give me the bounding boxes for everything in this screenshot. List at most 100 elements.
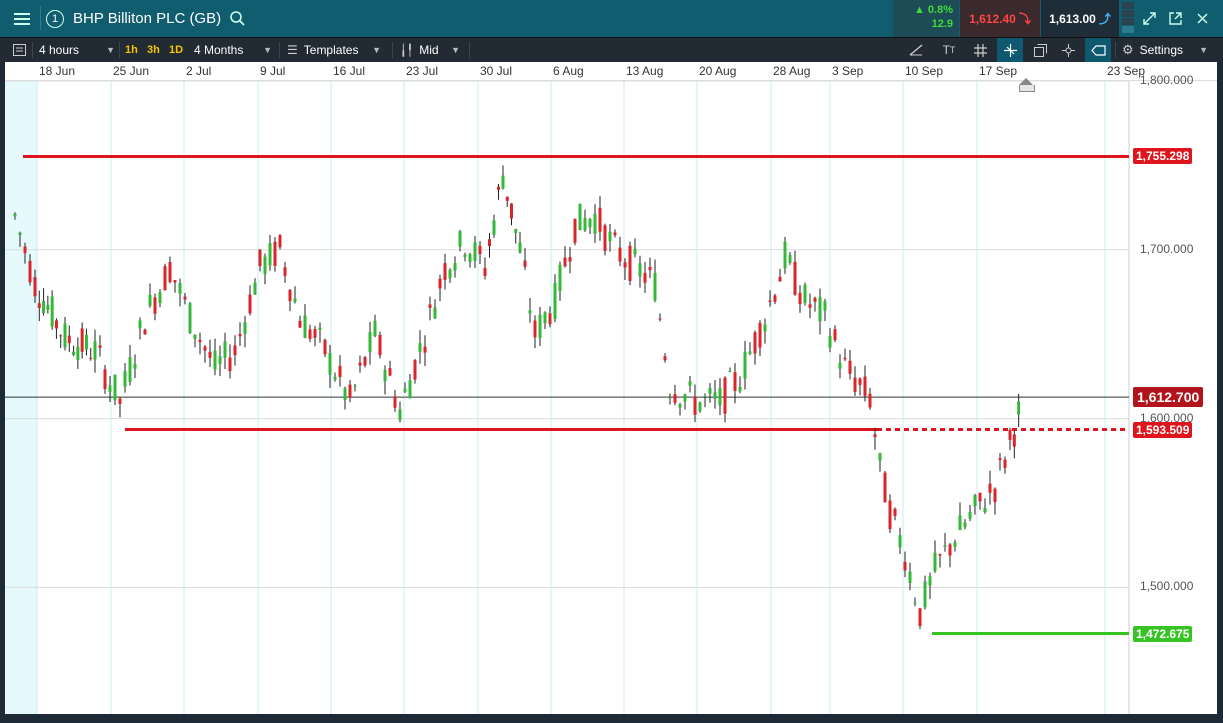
price-chart[interactable]: 18 Jun 25 Jun 2 Jul 9 Jul 16 Jul 23 Jul 30 Jul… [5, 62, 1217, 714]
crosshair-tool-icon[interactable] [997, 38, 1023, 62]
templates-label: Templates [303, 43, 359, 57]
candle [138, 317, 142, 340]
candle [428, 296, 432, 321]
chevron-down-icon: ▼ [106, 45, 115, 55]
candle [178, 278, 182, 307]
candle [50, 290, 54, 330]
candle-body [958, 515, 962, 530]
chart-canvas[interactable] [5, 62, 1217, 714]
candle-body [918, 608, 922, 626]
candle-body [198, 339, 202, 343]
candle-body [708, 387, 712, 394]
text-tool-icon[interactable]: TT [938, 38, 960, 62]
tag-tool-icon[interactable] [1085, 38, 1111, 62]
candle [948, 543, 952, 568]
candle [763, 318, 767, 344]
buy-button[interactable]: 1,613.00 ⤴ [1041, 0, 1119, 37]
candle-body [458, 231, 462, 247]
candle [953, 539, 957, 552]
buy-price: 1,613.00 [1049, 11, 1096, 26]
candle [54, 318, 58, 339]
candle [813, 296, 817, 312]
time-tick-label: 10 Sep [905, 64, 944, 78]
search-icon[interactable] [227, 0, 247, 37]
time-tick-label: 28 Aug [773, 64, 811, 78]
candle [505, 196, 509, 207]
candle-body [673, 394, 677, 403]
candle-body [188, 303, 192, 334]
copy-icon[interactable] [1030, 38, 1050, 62]
candle [288, 289, 292, 312]
candle [72, 345, 76, 357]
quick-interval-3h[interactable]: 3h [147, 38, 160, 62]
candle-body [743, 351, 747, 379]
candle [698, 401, 702, 413]
candle-body [618, 247, 622, 262]
candle [318, 322, 322, 343]
chart-toolbar: 4 hours ▼ 1h 3h 1D 4 Months ▼ ☰ Template… [0, 37, 1223, 62]
settings-dropdown[interactable]: ⚙ Settings ▼ [1122, 38, 1212, 62]
candle [59, 334, 63, 348]
templates-dropdown[interactable]: ☰ Templates ▼ [287, 38, 383, 62]
chart-list-icon[interactable] [10, 38, 28, 62]
candle-body [518, 242, 522, 253]
candle [688, 376, 692, 393]
candle [383, 365, 387, 395]
candle [773, 293, 777, 305]
candle [633, 238, 637, 258]
candle-body [713, 392, 717, 399]
candle-body [514, 228, 518, 233]
candle [128, 344, 132, 386]
candle [978, 492, 982, 510]
candle [778, 268, 782, 282]
candle-body [533, 320, 537, 338]
sell-button[interactable]: 1,612.40 ⤵ [960, 0, 1040, 37]
candle-body [278, 235, 282, 248]
candle-body [718, 387, 722, 406]
candle-body [548, 313, 552, 325]
candle [253, 278, 257, 295]
candle-body [473, 242, 477, 261]
time-axis: 18 Jun 25 Jun 2 Jul 9 Jul 16 Jul 23 Jul 30 Jul… [5, 62, 1217, 81]
price-type-dropdown[interactable]: ╽╿ Mid ▼ [400, 38, 462, 62]
close-icon[interactable] [1191, 0, 1213, 37]
support-price-tag[interactable]: 1,593.509 [1133, 421, 1193, 438]
candle [833, 325, 837, 343]
quick-interval-1d[interactable]: 1D [169, 38, 183, 62]
candle [343, 386, 347, 410]
time-tick-label: 18 Jun [39, 64, 76, 78]
candle-body [393, 396, 397, 408]
candle-body [42, 301, 46, 314]
candle-body [528, 310, 532, 314]
candle [514, 228, 518, 244]
candle [958, 502, 962, 531]
candle-body [193, 334, 197, 340]
candle-body [63, 323, 67, 348]
grid-icon[interactable] [970, 38, 990, 62]
range-dropdown[interactable]: 4 Months ▼ [194, 38, 274, 62]
pin-icon[interactable] [1058, 38, 1078, 62]
current-price-tag[interactable]: 1,612.700 [1133, 387, 1204, 408]
candle-body [76, 346, 80, 361]
candle-body [13, 213, 17, 217]
popout-icon[interactable] [1164, 0, 1186, 37]
candle-body [328, 352, 332, 375]
instrument-title[interactable]: BHP Billiton PLC (GB) [73, 0, 221, 37]
candle [528, 298, 532, 323]
candle-body [963, 522, 967, 528]
scroll-handle-icon[interactable] [1019, 78, 1033, 85]
candle [98, 335, 102, 357]
candle-body [823, 301, 827, 311]
interval-dropdown[interactable]: 4 hours ▼ [39, 38, 117, 62]
target-price-tag[interactable]: 1,472.675 [1133, 625, 1193, 642]
candle [84, 328, 88, 356]
depth-indicator-icon[interactable] [1122, 2, 1134, 35]
candle [928, 572, 932, 599]
window-number-badge[interactable]: 1 [44, 0, 66, 37]
candle [188, 302, 192, 334]
draw-line-icon[interactable] [906, 38, 926, 62]
resistance-price-tag[interactable]: 1,755.298 [1133, 148, 1193, 165]
quick-interval-1h[interactable]: 1h [125, 38, 138, 62]
expand-icon[interactable] [1138, 0, 1160, 37]
menu-icon[interactable] [8, 0, 36, 37]
